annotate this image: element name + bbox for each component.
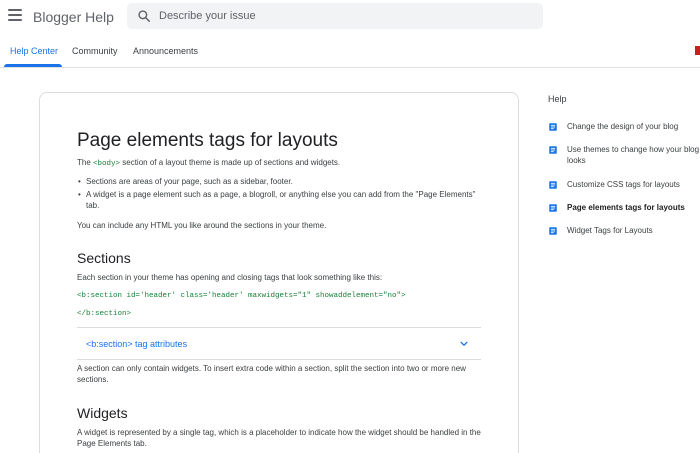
widgets-paragraph: A widget is represented by a single tag,… (77, 428, 481, 448)
code-section-close: </b:section> (77, 310, 132, 318)
widgets-heading: Widgets (77, 405, 128, 421)
search-icon[interactable] (137, 9, 151, 23)
chevron-down-icon[interactable] (459, 339, 469, 349)
intro-paragraph: The <body> section of a layout theme is … (77, 157, 487, 170)
accordion-label[interactable]: <b:section> tag attributes (86, 339, 187, 349)
hamburger-menu-icon[interactable] (8, 9, 22, 21)
code-section-open: <b:section id='header' class='header' ma… (77, 292, 406, 300)
sections-paragraph: Each section in your theme has opening a… (77, 273, 383, 282)
tab-help-center[interactable]: Help Center (10, 46, 58, 56)
sidebar-title: Help (548, 94, 567, 104)
sidebar-item-label[interactable]: Use themes to change how your blog looks (567, 144, 700, 166)
intro-body-code: <body> (93, 160, 121, 168)
sidebar-item-label[interactable]: Widget Tags for Layouts (567, 225, 700, 236)
search-bar[interactable] (127, 3, 543, 29)
section-note: A section can only contain widgets. To i… (77, 364, 466, 384)
bullet-sections: Sections are areas of your page, such as… (78, 176, 478, 187)
active-tab-indicator (4, 64, 62, 67)
nav-tabs: Help Center Community Announcements (0, 36, 700, 68)
sidebar-item-label[interactable]: Customize CSS tags for layouts (567, 179, 700, 190)
bullet-widgets: A widget is a page element such as a pag… (78, 189, 478, 211)
sections-heading: Sections (77, 250, 131, 266)
edge-marker (695, 46, 700, 55)
section-attributes-accordion[interactable]: <b:section> tag attributes (77, 327, 481, 360)
search-input[interactable] (159, 7, 529, 25)
html-note: You can include any HTML you like around… (77, 221, 327, 230)
article-icon (549, 227, 557, 235)
intro-prefix: The (77, 158, 94, 167)
app-title[interactable]: Blogger Help (33, 9, 114, 25)
tab-community[interactable]: Community (72, 46, 118, 56)
article-icon (549, 181, 557, 189)
article-icon (549, 123, 557, 131)
article-title: Page elements tags for layouts (77, 130, 338, 151)
article-icon (549, 146, 557, 154)
tab-announcements[interactable]: Announcements (133, 46, 198, 56)
sidebar-item-label[interactable]: Change the design of your blog (567, 121, 700, 132)
intro-suffix: section of a layout theme is made up of … (120, 158, 341, 167)
sidebar-item-label[interactable]: Page elements tags for layouts (567, 202, 700, 213)
top-app-bar: Blogger Help (0, 0, 700, 36)
article-icon (549, 204, 557, 212)
